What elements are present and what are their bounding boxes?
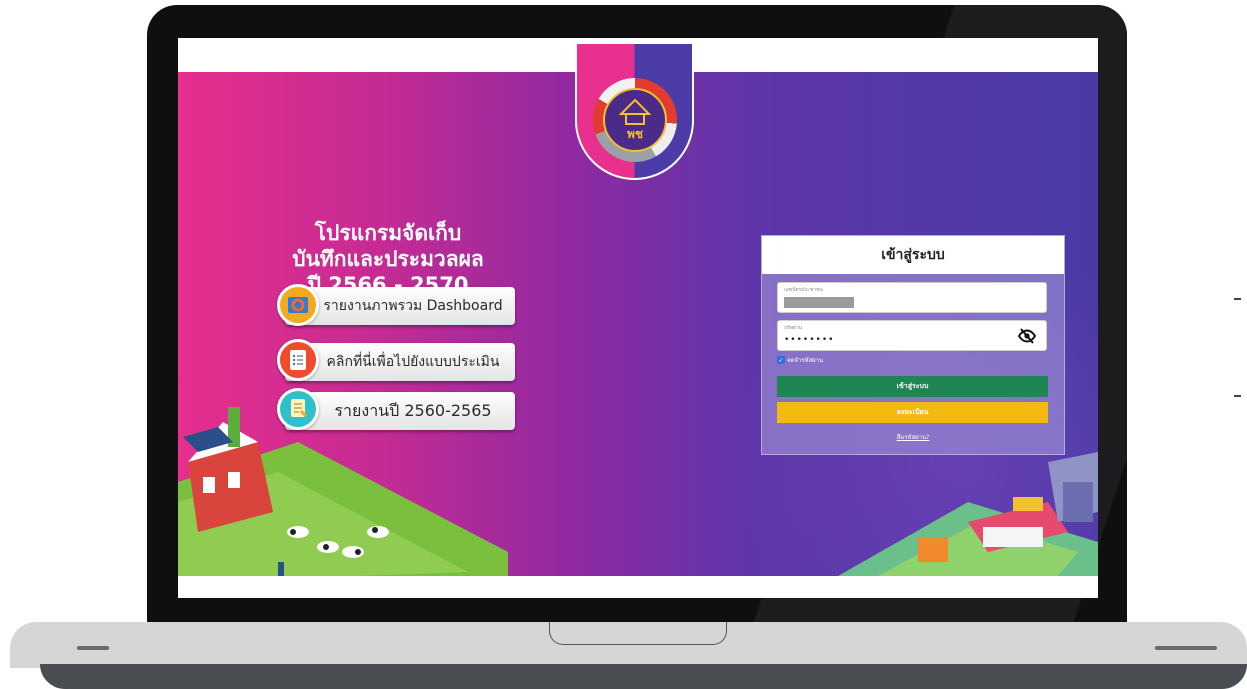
login-button[interactable]: เข้าสู่ระบบ (777, 376, 1048, 397)
username-field[interactable]: เลขบัตรประชาชน (777, 282, 1047, 313)
laptop-base-bottom (40, 664, 1247, 689)
assessment-button-label: คลิกที่นี่เพื่อไปยังแบบประเมิน (326, 354, 500, 370)
side-dash (1234, 395, 1241, 397)
dashboard-chart-icon[interactable] (277, 284, 319, 326)
password-value: •••••••• (784, 335, 835, 345)
remember-label: จดจำรหัสผ่าน (787, 357, 824, 364)
laptop-trackpad-notch (549, 622, 727, 645)
username-label: เลขบัตรประชาชน (784, 287, 823, 293)
username-redacted-value (784, 297, 854, 308)
title-line-2: บันทึกและประมวลผล (292, 247, 484, 271)
factory-illustration (838, 452, 1098, 576)
password-label: รหัสผ่าน (784, 325, 803, 331)
logo-badge: พช (575, 44, 694, 180)
laptop-port-right (1155, 646, 1217, 650)
logo-ring: พช (593, 78, 677, 162)
dashboard-button-label: รายงานภาพรวม Dashboard (323, 298, 503, 314)
checklist-icon[interactable] (277, 339, 319, 381)
dashboard-button[interactable]: รายงานภาพรวม Dashboard (285, 287, 515, 325)
title-line-1: โปรแกรมจัดเก็บ (314, 221, 462, 245)
logo-emblem-icon: พช (618, 98, 652, 141)
password-field[interactable]: รหัสผ่าน •••••••• (777, 320, 1047, 351)
forgot-password-link[interactable]: ลืมรหัสผ่าน? (762, 432, 1064, 442)
logo-text: พช (627, 127, 643, 141)
login-form: เข้าสู่ระบบ เลขบัตรประชาชน รหัสผ่าน ••••… (761, 235, 1065, 455)
remember-checkbox[interactable]: ✓ (777, 356, 785, 364)
logo-core: พช (603, 88, 667, 152)
eye-slash-icon[interactable] (1018, 327, 1036, 345)
laptop-screen: โปรแกรมจัดเก็บ บันทึกและประมวลผล ปี 2566… (178, 38, 1098, 598)
remember-me[interactable]: ✓ จดจำรหัสผ่าน (777, 355, 823, 365)
side-dash (1234, 298, 1241, 300)
laptop-port-left (77, 646, 109, 650)
login-title: เข้าสู่ระบบ (762, 236, 1064, 274)
farm-illustration (178, 407, 508, 576)
assessment-button[interactable]: คลิกที่นี่เพื่อไปยังแบบประเมิน (285, 343, 515, 381)
register-button[interactable]: ลงทะเบียน (777, 402, 1048, 423)
